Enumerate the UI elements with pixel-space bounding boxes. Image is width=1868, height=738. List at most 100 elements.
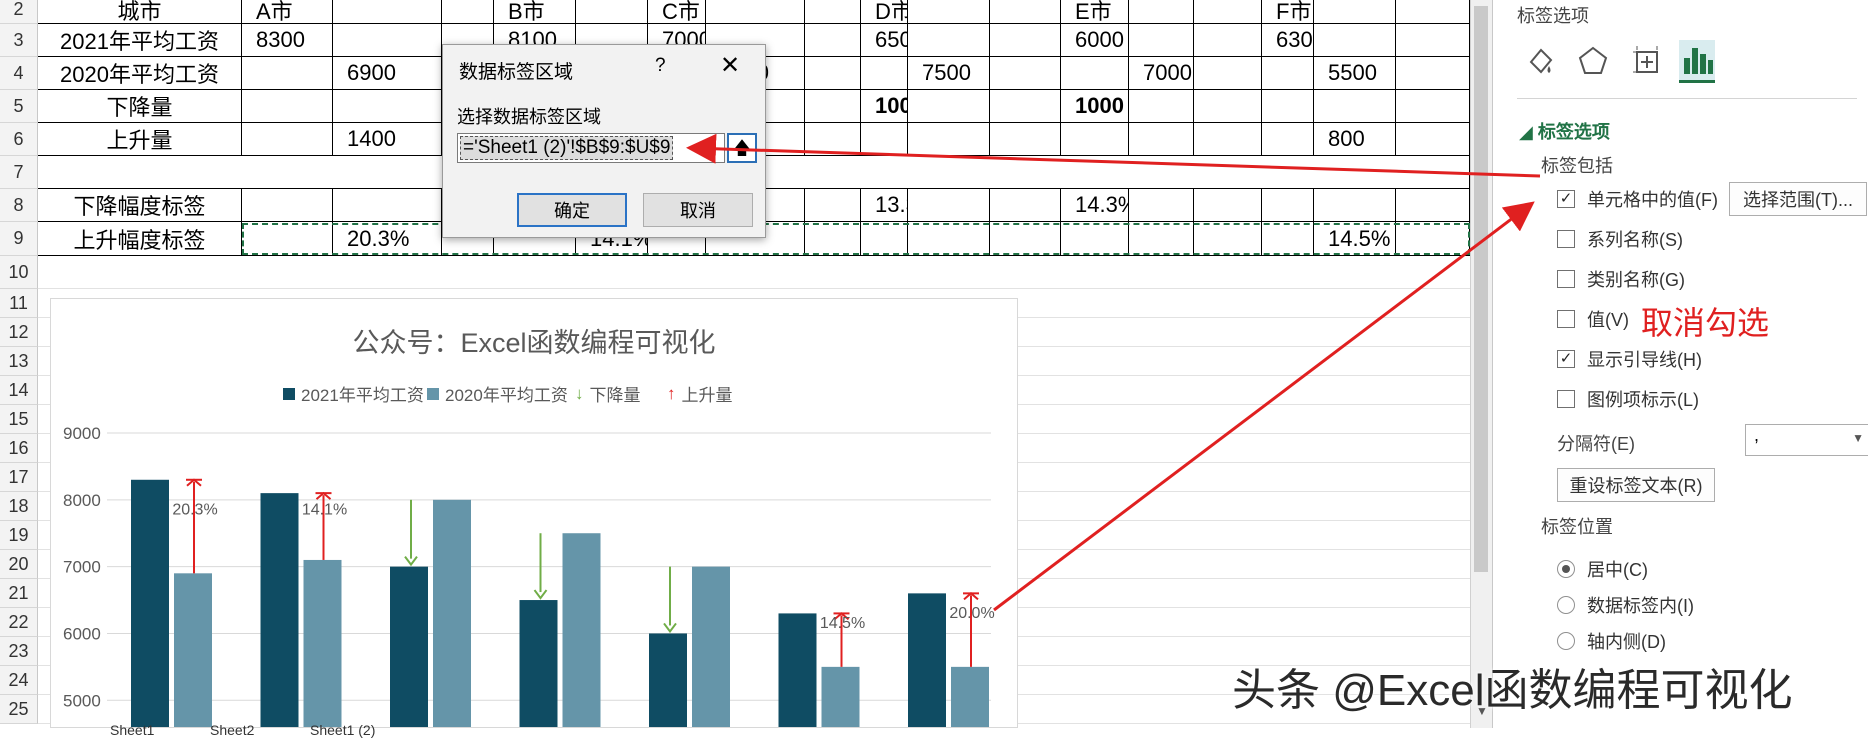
row-header[interactable]: 9 [0, 222, 38, 256]
table-cell[interactable] [805, 0, 861, 24]
table-cell[interactable] [1396, 0, 1470, 24]
table-cell[interactable]: F市 [1262, 0, 1314, 24]
table-cell[interactable] [242, 90, 333, 123]
table-cell[interactable] [861, 123, 908, 156]
table-cell[interactable] [990, 57, 1061, 90]
table-cell[interactable]: D市 [861, 0, 908, 24]
radio-button[interactable] [1557, 632, 1575, 650]
table-cell[interactable] [1396, 123, 1470, 156]
checkbox-label[interactable]: 单元格中的值(F) [1587, 186, 1718, 212]
table-cell[interactable] [908, 123, 990, 156]
row-header[interactable]: 13 [0, 347, 38, 376]
table-cell[interactable] [442, 0, 494, 24]
scrollbar-thumb[interactable] [1474, 6, 1488, 572]
empty-row[interactable] [38, 256, 1470, 289]
row-header[interactable]: 7 [0, 156, 38, 189]
row-header[interactable]: 17 [0, 463, 38, 492]
bar-chart-icon[interactable] [1679, 40, 1715, 83]
row-label-cell[interactable]: 下降量 [38, 90, 242, 123]
table-cell[interactable] [990, 123, 1061, 156]
row-header[interactable]: 23 [0, 637, 38, 666]
row-header[interactable]: 11 [0, 289, 38, 318]
help-icon[interactable]: ? [655, 55, 666, 77]
row-header[interactable]: 5 [0, 90, 38, 123]
table-cell[interactable] [908, 0, 990, 24]
table-cell[interactable]: 7000 [1129, 57, 1194, 90]
row-header[interactable]: 2 [0, 0, 38, 24]
ok-button[interactable]: 确定 [517, 193, 627, 227]
section-header[interactable]: ◢ 标签选项 [1519, 118, 1610, 144]
table-cell[interactable] [805, 24, 861, 57]
table-cell[interactable] [333, 24, 442, 57]
table-cell[interactable] [333, 90, 442, 123]
table-cell[interactable] [242, 189, 333, 222]
table-cell[interactable] [805, 57, 861, 90]
radio-label[interactable]: 居中(C) [1587, 556, 1648, 582]
table-cell[interactable] [861, 57, 908, 90]
separator-select[interactable]: , ▼ [1745, 424, 1868, 456]
radio-button[interactable] [1557, 560, 1575, 578]
table-cell[interactable] [333, 189, 442, 222]
vertical-scrollbar[interactable]: ▼ [1470, 0, 1493, 728]
table-cell[interactable] [908, 189, 990, 222]
table-cell[interactable] [908, 90, 990, 123]
row-label-cell[interactable]: 城市 [38, 0, 242, 24]
row-header[interactable]: 22 [0, 608, 38, 637]
pentagon-icon[interactable] [1575, 40, 1611, 80]
row-label-cell[interactable]: 2020年平均工资 [38, 57, 242, 90]
table-cell[interactable] [1262, 57, 1314, 90]
table-cell[interactable] [242, 57, 333, 90]
row-header[interactable]: 25 [0, 695, 38, 724]
row-header[interactable]: 12 [0, 318, 38, 347]
table-cell[interactable] [1314, 90, 1396, 123]
range-input[interactable]: ='Sheet1 (2)'!$B$9:$U$9 [457, 133, 725, 163]
table-cell[interactable]: 1000 [1061, 90, 1129, 123]
table-cell[interactable]: 7500 [908, 57, 990, 90]
row-header[interactable]: 8 [0, 189, 38, 222]
sheet-tab[interactable]: Sheet1 [110, 722, 154, 738]
table-cell[interactable]: 13.3% [861, 189, 908, 222]
checkbox[interactable] [1557, 230, 1575, 248]
table-cell[interactable] [990, 189, 1061, 222]
row-header[interactable]: 6 [0, 123, 38, 156]
table-cell[interactable]: E市 [1061, 0, 1129, 24]
row-header[interactable]: 14 [0, 376, 38, 405]
table-cell[interactable] [1396, 189, 1470, 222]
close-icon[interactable]: ✕ [715, 51, 745, 81]
table-cell[interactable] [333, 0, 442, 24]
table-cell[interactable]: 6000 [1061, 24, 1129, 57]
table-cell[interactable] [242, 123, 333, 156]
table-cell[interactable] [1194, 123, 1262, 156]
row-label-cell[interactable]: 上升幅度标签 [38, 222, 242, 256]
table-cell[interactable] [1129, 123, 1194, 156]
table-cell[interactable] [1129, 189, 1194, 222]
table-cell[interactable] [1314, 189, 1396, 222]
row-header[interactable]: 15 [0, 405, 38, 434]
table-cell[interactable] [1194, 24, 1262, 57]
select-range-button[interactable]: 选择范围(T)... [1729, 182, 1867, 216]
checkbox-label[interactable]: 系列名称(S) [1587, 226, 1683, 252]
table-cell[interactable] [706, 0, 805, 24]
table-cell[interactable] [1194, 189, 1262, 222]
data-label-range-dialog[interactable]: 数据标签区域 ? ✕ 选择数据标签区域 ='Sheet1 (2)'!$B$9:$… [442, 44, 766, 238]
table-cell[interactable] [1314, 0, 1396, 24]
table-cell[interactable]: 1400 [333, 123, 442, 156]
row-header[interactable]: 10 [0, 256, 38, 289]
row-header[interactable]: 24 [0, 666, 38, 695]
table-cell[interactable] [1396, 57, 1470, 90]
table-cell[interactable]: 5500 [1314, 57, 1396, 90]
table-cell[interactable]: 6300 [1262, 24, 1314, 57]
table-cell[interactable] [990, 90, 1061, 123]
checkbox[interactable]: ✓ [1557, 190, 1575, 208]
table-cell[interactable] [1129, 0, 1194, 24]
table-cell[interactable] [990, 0, 1061, 24]
row-label-cell[interactable]: 2021年平均工资 [38, 24, 242, 57]
sheet-tab[interactable]: Sheet2 [210, 722, 254, 738]
table-cell[interactable] [1129, 90, 1194, 123]
table-cell[interactable]: 6900 [333, 57, 442, 90]
checkbox[interactable]: ✓ [1557, 350, 1575, 368]
table-cell[interactable]: A市 [242, 0, 333, 24]
table-cell[interactable] [805, 90, 861, 123]
checkbox[interactable] [1557, 310, 1575, 328]
radio-label[interactable]: 轴内侧(D) [1587, 628, 1666, 654]
